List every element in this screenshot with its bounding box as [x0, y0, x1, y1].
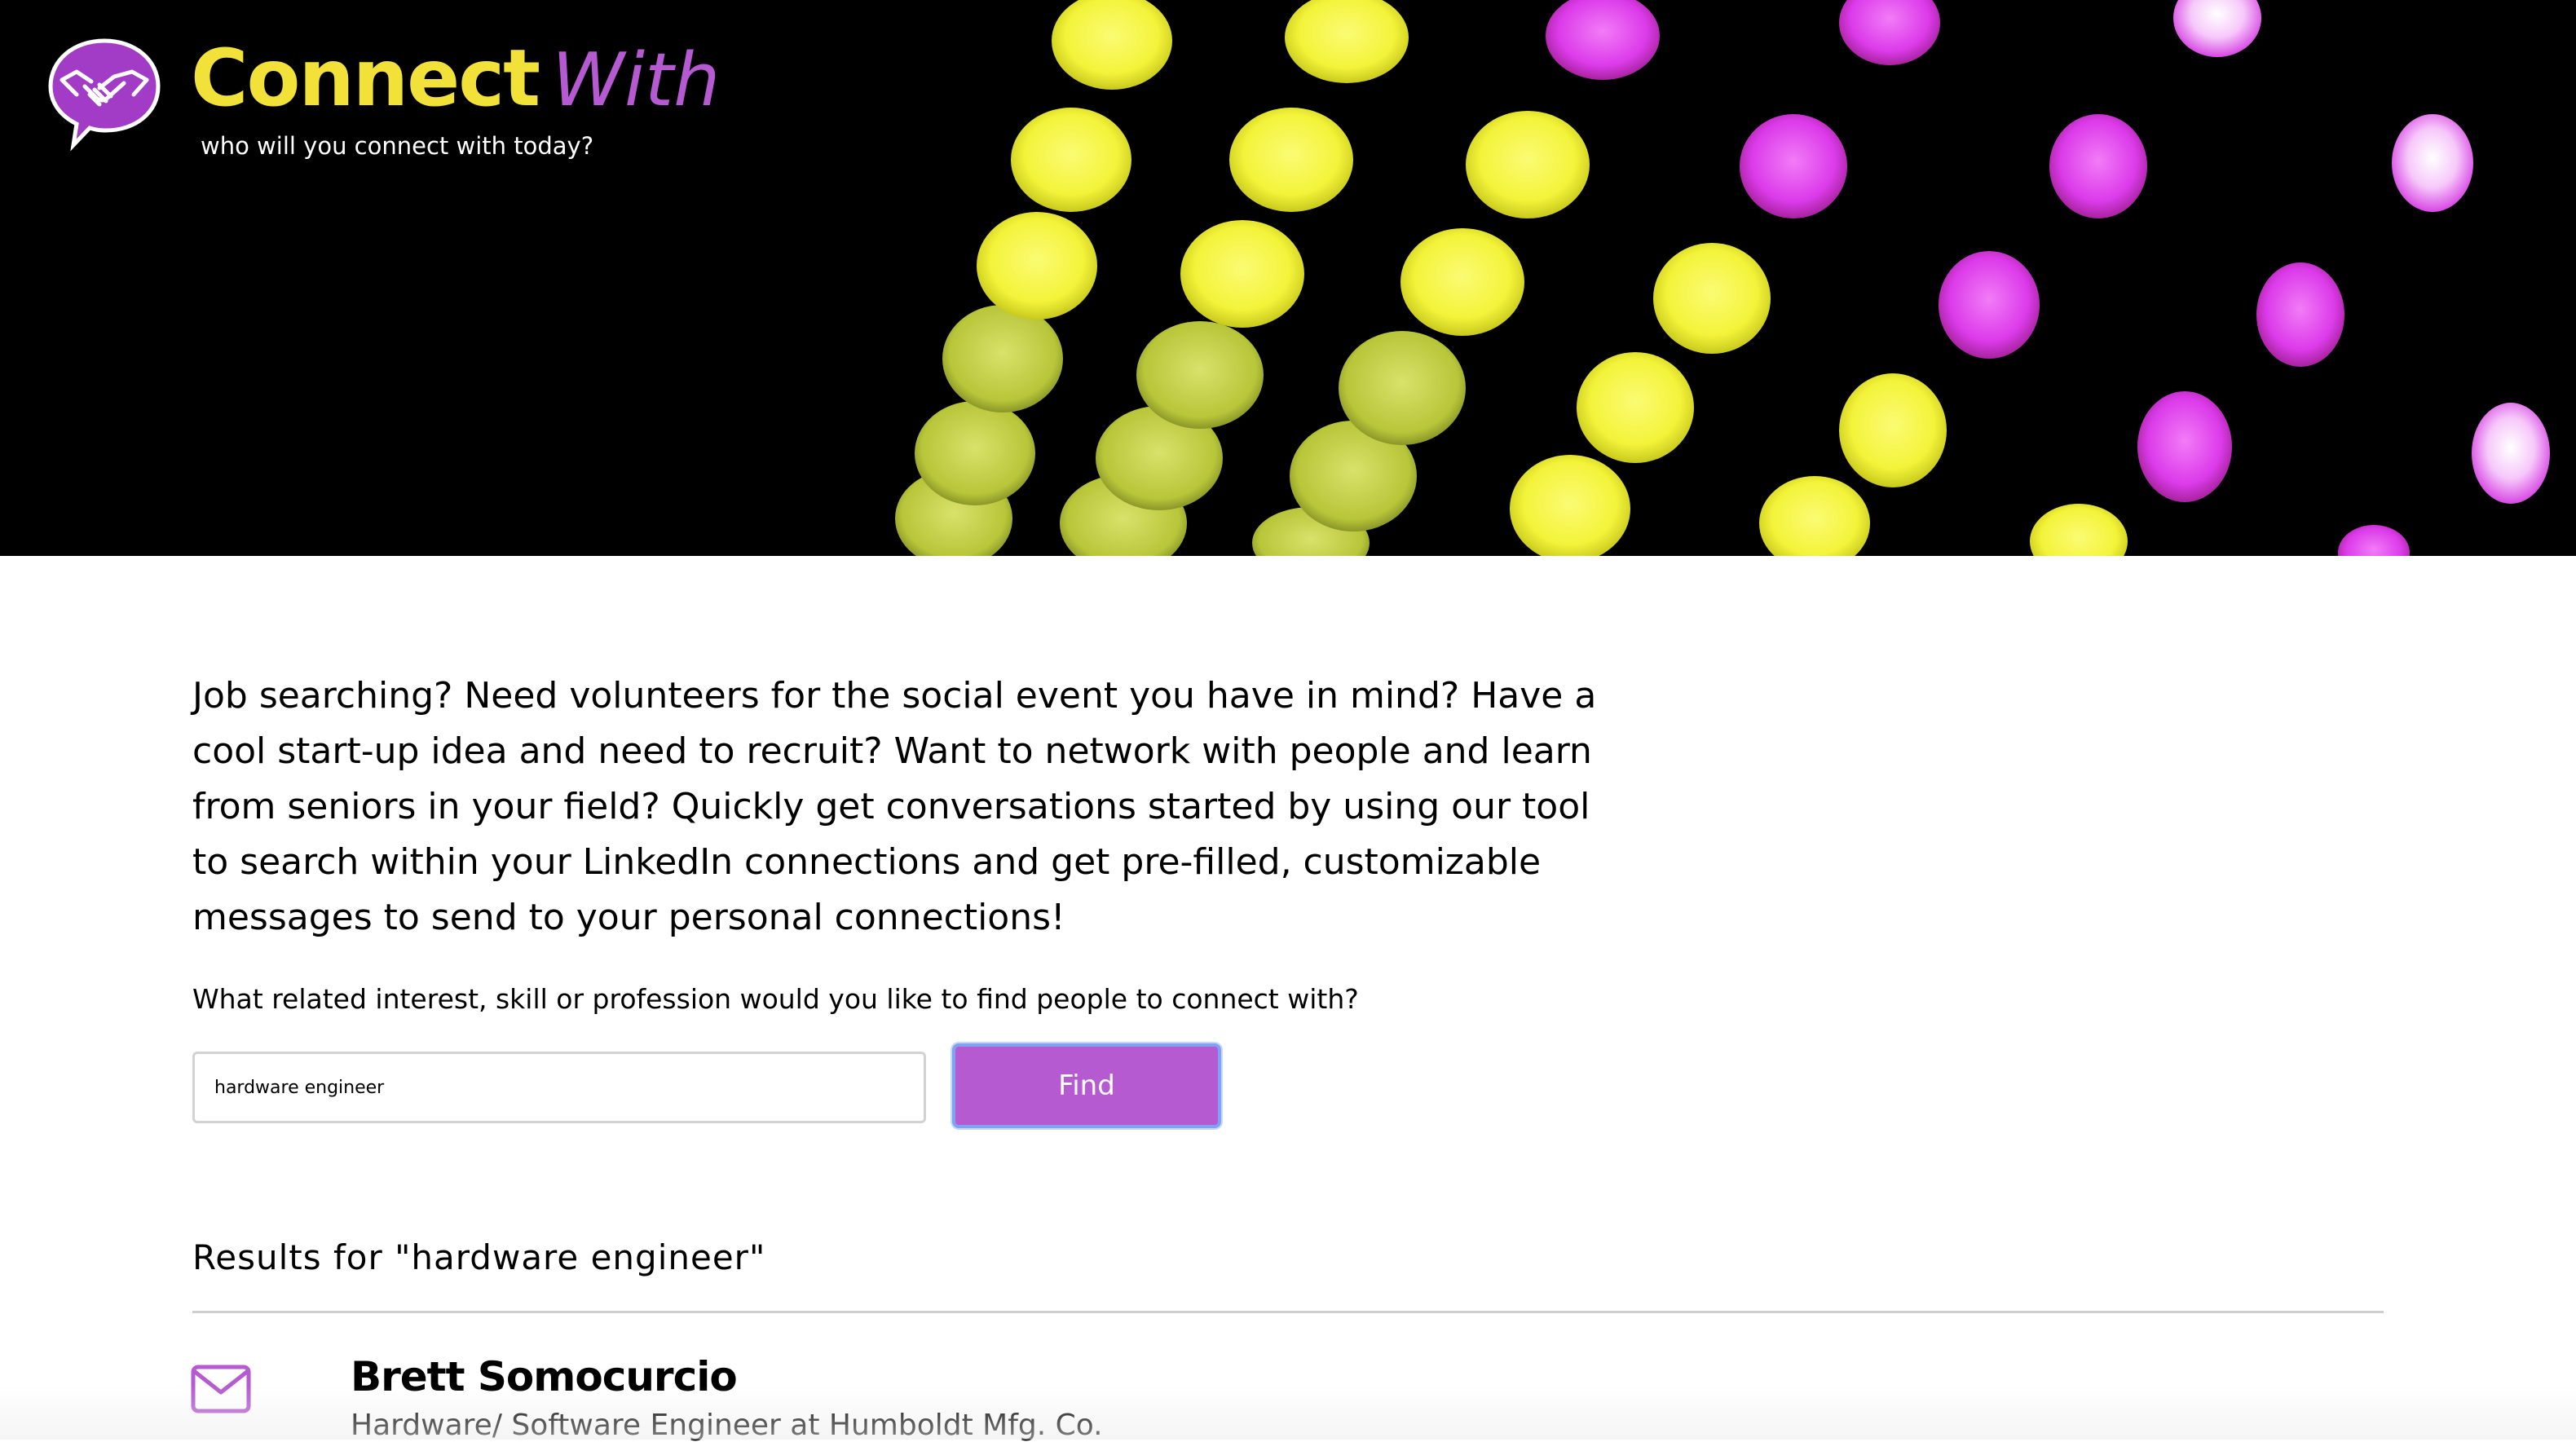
handshake-speech-bubble-icon [48, 38, 161, 152]
hero-banner: Connect With who will you connect with to… [0, 0, 2576, 556]
brand-tagline: who will you connect with today? [201, 132, 594, 160]
results-heading: Results for "hardware engineer" [192, 1237, 766, 1277]
intro-paragraph: Job searching? Need volunteers for the s… [192, 675, 1597, 938]
find-button[interactable]: Find [952, 1043, 1221, 1128]
envelope-icon[interactable] [191, 1365, 251, 1413]
results-divider [192, 1311, 2384, 1313]
brand-title: Connect With [191, 39, 720, 117]
brand-name-connect: Connect [191, 33, 540, 124]
search-question-label: What related interest, skill or professi… [192, 983, 1359, 1015]
brand-name-with: With [552, 37, 721, 123]
result-name: Brett Somocurcio [351, 1353, 738, 1400]
search-input[interactable] [192, 1052, 926, 1123]
result-job-title: Hardware/ Software Engineer at Humboldt … [351, 1409, 1103, 1442]
